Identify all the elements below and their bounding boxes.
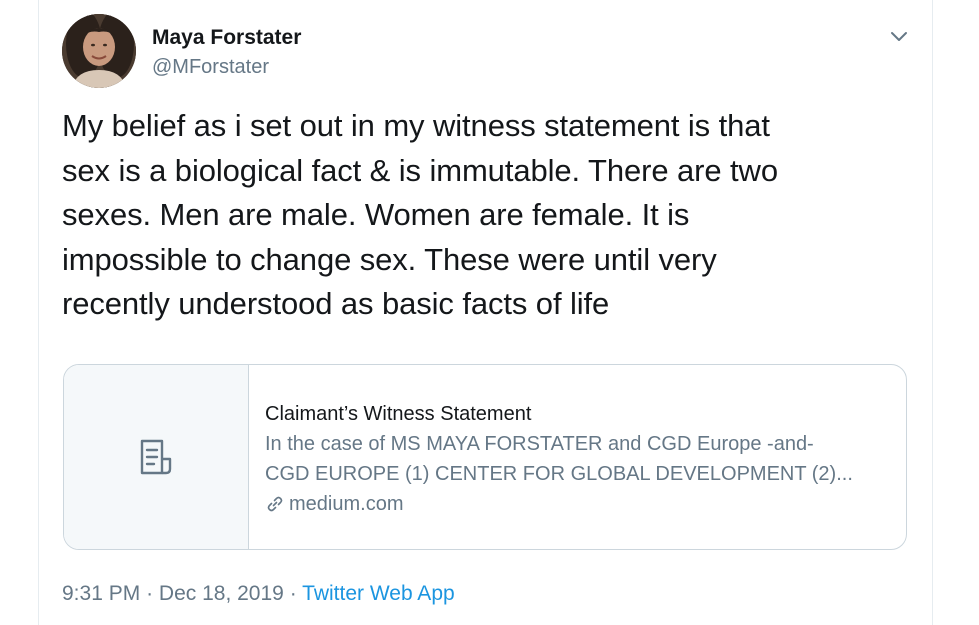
chevron-down-icon <box>891 32 907 41</box>
tweet-text-line: sexes. Men are male. Women are female. I… <box>62 197 690 232</box>
tweet-text-line: impossible to change sex. These were unt… <box>62 241 717 277</box>
tweet-text: My belief as i set out in my witness sta… <box>62 104 902 327</box>
tweet-menu-button[interactable] <box>886 24 912 50</box>
card-title: Claimant’s Witness Statement <box>265 403 532 425</box>
card-body: Claimant’s Witness Statement In the case… <box>249 365 906 549</box>
author-display-name[interactable]: Maya Forstater <box>152 26 301 50</box>
link-icon <box>267 496 283 512</box>
link-preview-card[interactable]: Claimant’s Witness Statement In the case… <box>63 364 907 550</box>
tweet-meta: 9:31 PM · Dec 18, 2019 · Twitter Web App <box>62 582 455 606</box>
card-description-line: CGD EUROPE (1) CENTER FOR GLOBAL DEVELOP… <box>265 463 853 485</box>
card-thumbnail <box>64 365 249 549</box>
tweet-text-line: My belief as i set out in my witness sta… <box>62 108 770 143</box>
tweet-page: Maya Forstater @MForstater My belief as … <box>0 0 979 625</box>
tweet-source-link[interactable]: Twitter Web App <box>302 582 455 605</box>
tweet-text-line: sex is a biological fact & is immutable.… <box>62 152 778 188</box>
card-domain-text: medium.com <box>289 493 404 515</box>
tweet-text-line: recently understood as basic facts of li… <box>62 286 610 321</box>
avatar-photo <box>62 14 136 88</box>
author-handle[interactable]: @MForstater <box>152 56 269 79</box>
document-icon <box>140 439 172 475</box>
tweet-time[interactable]: 9:31 PM <box>62 582 140 605</box>
meta-separator: · <box>146 582 154 605</box>
tweet-date[interactable]: Dec 18, 2019 <box>159 582 284 605</box>
timeline-border-left <box>38 0 39 625</box>
meta-separator: · <box>289 582 297 605</box>
card-domain: medium.com <box>265 489 906 519</box>
card-description-line: In the case of MS MAYA FORSTATER and CGD… <box>265 433 814 455</box>
avatar[interactable] <box>62 14 136 88</box>
timeline-border-right <box>932 0 933 625</box>
card-description: In the case of MS MAYA FORSTATER and CGD… <box>265 429 906 489</box>
